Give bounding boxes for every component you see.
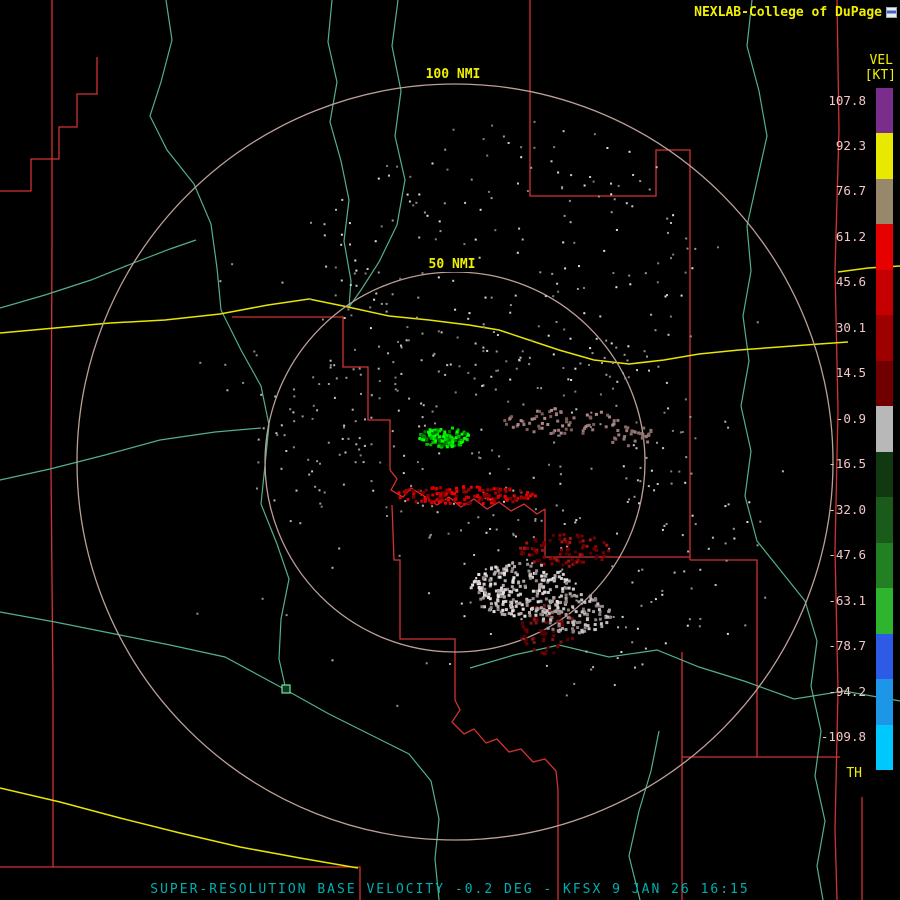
colorbar-tick: -47.6 — [828, 547, 866, 563]
colorbar-tick: -63.1 — [828, 592, 866, 608]
nexlab-logo-icon — [886, 7, 897, 18]
river-lines — [0, 0, 900, 900]
colorbar-tick: -32.0 — [828, 501, 866, 517]
product-status-bar: SUPER-RESOLUTION BASE VELOCITY -0.2 DEG … — [150, 882, 750, 897]
colorbar-tick: 30.1 — [835, 319, 866, 335]
range-rings — [76, 83, 834, 841]
brand-text: NEXLAB-College of DuPage — [694, 5, 882, 20]
colorbar-segment — [876, 133, 893, 179]
brand: NEXLAB-College of DuPage — [694, 5, 897, 20]
colorbar-segment — [876, 588, 893, 634]
range-ring-100nmi — [76, 83, 834, 841]
colorbar-tick: 45.6 — [835, 274, 866, 290]
colorbar-tick: -78.7 — [828, 638, 866, 654]
colorbar-segment — [876, 224, 893, 270]
county-borders — [0, 0, 863, 900]
radar-echoes — [196, 120, 784, 707]
colorbar-tick: 92.3 — [835, 137, 866, 153]
range-ring-50nmi — [264, 271, 646, 653]
colorbar-tick: -94.2 — [828, 683, 866, 699]
colorbar-segment — [876, 633, 893, 680]
town-marker — [281, 684, 291, 694]
colorbar-tick: -109.8 — [820, 729, 866, 745]
range-ring-label-100nmi: 100 NMI — [422, 67, 484, 82]
colorbar-segment — [876, 451, 893, 498]
colorbar-segment — [876, 542, 893, 589]
colorbar-segment — [876, 269, 893, 316]
highway-lines — [0, 265, 900, 869]
colorbar-tick: 107.8 — [828, 92, 866, 108]
radar-map — [0, 0, 900, 900]
colorbar-segment — [876, 360, 893, 407]
colorbar-segment — [876, 679, 893, 725]
legend-title-vel: VEL — [869, 53, 893, 68]
radar-display: NEXLAB-College of DuPage 100 NMI 50 NMI … — [0, 0, 900, 900]
colorbar-segment — [876, 497, 893, 543]
legend-title-units: [KT] — [864, 68, 896, 83]
colorbar-tick: 61.2 — [835, 228, 866, 244]
velocity-colorbar — [876, 88, 893, 771]
colorbar-tick: -16.5 — [828, 456, 866, 472]
colorbar-tick: -0.9 — [835, 410, 866, 426]
colorbar-tick: 14.5 — [835, 365, 866, 381]
colorbar-segment — [876, 406, 893, 452]
colorbar-segment — [876, 88, 893, 134]
colorbar-segment — [876, 178, 893, 225]
colorbar-segment — [876, 315, 893, 361]
legend-footer-th: TH — [846, 766, 862, 781]
colorbar-segment — [876, 724, 893, 771]
colorbar-tick: 76.7 — [835, 183, 866, 199]
range-ring-label-50nmi: 50 NMI — [425, 257, 479, 272]
